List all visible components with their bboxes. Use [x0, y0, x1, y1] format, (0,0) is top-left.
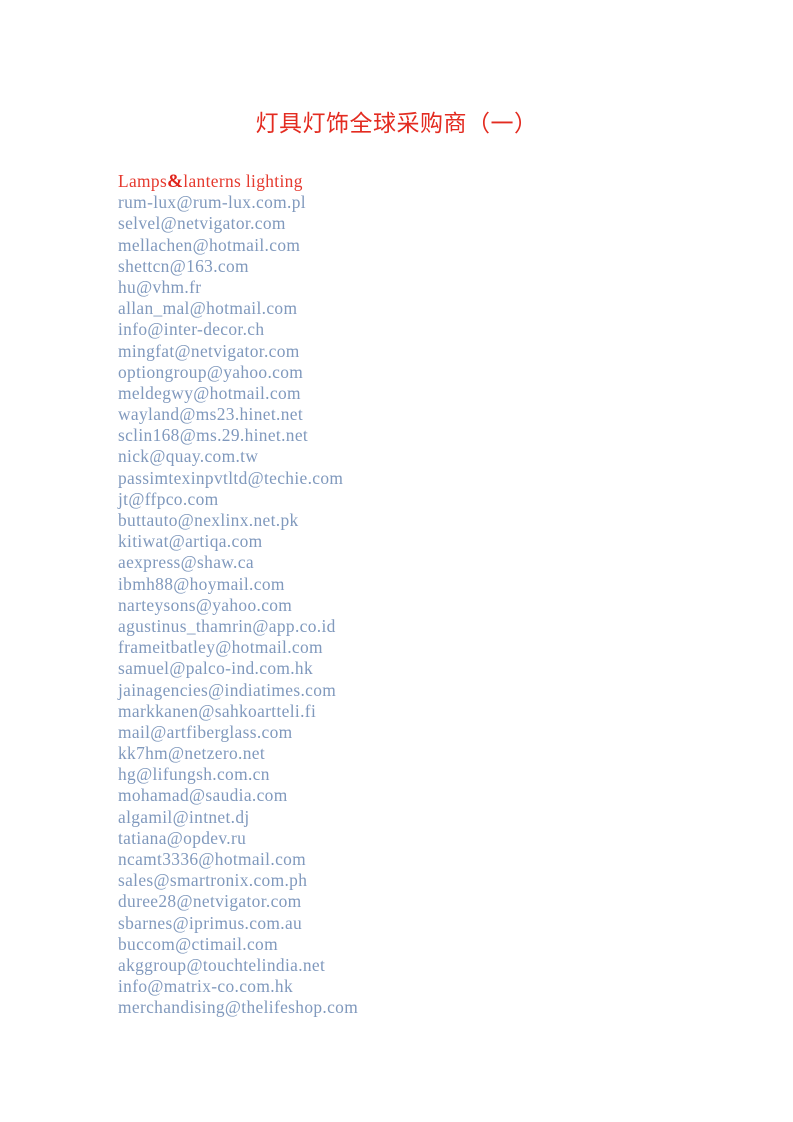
email-address-line[interactable]: wayland@ms23.hinet.net — [118, 404, 718, 425]
email-address-line[interactable]: sclin168@ms.29.hinet.net — [118, 425, 718, 446]
email-address-line[interactable]: mingfat@netvigator.com — [118, 341, 718, 362]
email-address-line[interactable]: markkanen@sahkoartteli.fi — [118, 701, 718, 722]
email-address-line[interactable]: info@matrix-co.com.hk — [118, 976, 718, 997]
email-list-block: Lamps&lanterns lighting rum-lux@rum-lux.… — [118, 171, 718, 1019]
email-address-line[interactable]: sales@smartronix.com.ph — [118, 870, 718, 891]
email-address-line[interactable]: jt@ffpco.com — [118, 489, 718, 510]
email-address-line[interactable]: kk7hm@netzero.net — [118, 743, 718, 764]
email-address-line[interactable]: algamil@intnet.dj — [118, 807, 718, 828]
email-address-line[interactable]: selvel@netvigator.com — [118, 213, 718, 234]
section-heading-suffix: lanterns lighting — [183, 171, 303, 191]
email-address-line[interactable]: duree28@netvigator.com — [118, 891, 718, 912]
email-address-line[interactable]: optiongroup@yahoo.com — [118, 362, 718, 383]
email-lines-container: rum-lux@rum-lux.com.pl selvel@netvigator.… — [118, 192, 718, 1018]
email-address-line[interactable]: tatiana@opdev.ru — [118, 828, 718, 849]
page-title: 灯具灯饰全球采购商（一） — [255, 111, 538, 137]
email-address-line[interactable]: akggroup@touchtelindia.net — [118, 955, 718, 976]
email-address-line[interactable]: kitiwat@artiqa.com — [118, 531, 718, 552]
email-address-line[interactable]: agustinus_thamrin@app.co.id — [118, 616, 718, 637]
email-address-line[interactable]: frameitbatley@hotmail.com — [118, 637, 718, 658]
email-address-line[interactable]: nick@quay.com.tw — [118, 446, 718, 467]
email-address-line[interactable]: shettcn@163.com — [118, 256, 718, 277]
email-address-line[interactable]: hg@lifungsh.com.cn — [118, 764, 718, 785]
email-address-line[interactable]: jainagencies@indiatimes.com — [118, 680, 718, 701]
email-address-line[interactable]: buccom@ctimail.com — [118, 934, 718, 955]
email-address-line[interactable]: merchandising@thelifeshop.com — [118, 997, 718, 1018]
email-address-line[interactable]: hu@vhm.fr — [118, 277, 718, 298]
email-address-line[interactable]: allan_mal@hotmail.com — [118, 298, 718, 319]
email-address-line[interactable]: ncamt3336@hotmail.com — [118, 849, 718, 870]
email-address-line[interactable]: sbarnes@iprimus.com.au — [118, 913, 718, 934]
document-page: 灯具灯饰全球采购商（一） Lamps&lanterns lighting rum… — [0, 0, 793, 1122]
email-address-line[interactable]: passimtexinpvtltd@techie.com — [118, 468, 718, 489]
section-heading-prefix: Lamps — [118, 171, 168, 191]
email-address-line[interactable]: narteysons@yahoo.com — [118, 595, 718, 616]
email-address-line[interactable]: rum-lux@rum-lux.com.pl — [118, 192, 718, 213]
email-address-line[interactable]: ibmh88@hoymail.com — [118, 574, 718, 595]
email-address-line[interactable]: mail@artfiberglass.com — [118, 722, 718, 743]
email-address-line[interactable]: info@inter-decor.ch — [118, 319, 718, 340]
section-heading: Lamps&lanterns lighting — [118, 171, 718, 192]
email-address-line[interactable]: buttauto@nexlinx.net.pk — [118, 510, 718, 531]
email-address-line[interactable]: mellachen@hotmail.com — [118, 235, 718, 256]
email-address-line[interactable]: aexpress@shaw.ca — [118, 552, 718, 573]
email-address-line[interactable]: mohamad@saudia.com — [118, 785, 718, 806]
email-address-line[interactable]: meldegwy@hotmail.com — [118, 383, 718, 404]
ampersand-glyph: & — [167, 171, 184, 192]
email-address-line[interactable]: samuel@palco-ind.com.hk — [118, 658, 718, 679]
